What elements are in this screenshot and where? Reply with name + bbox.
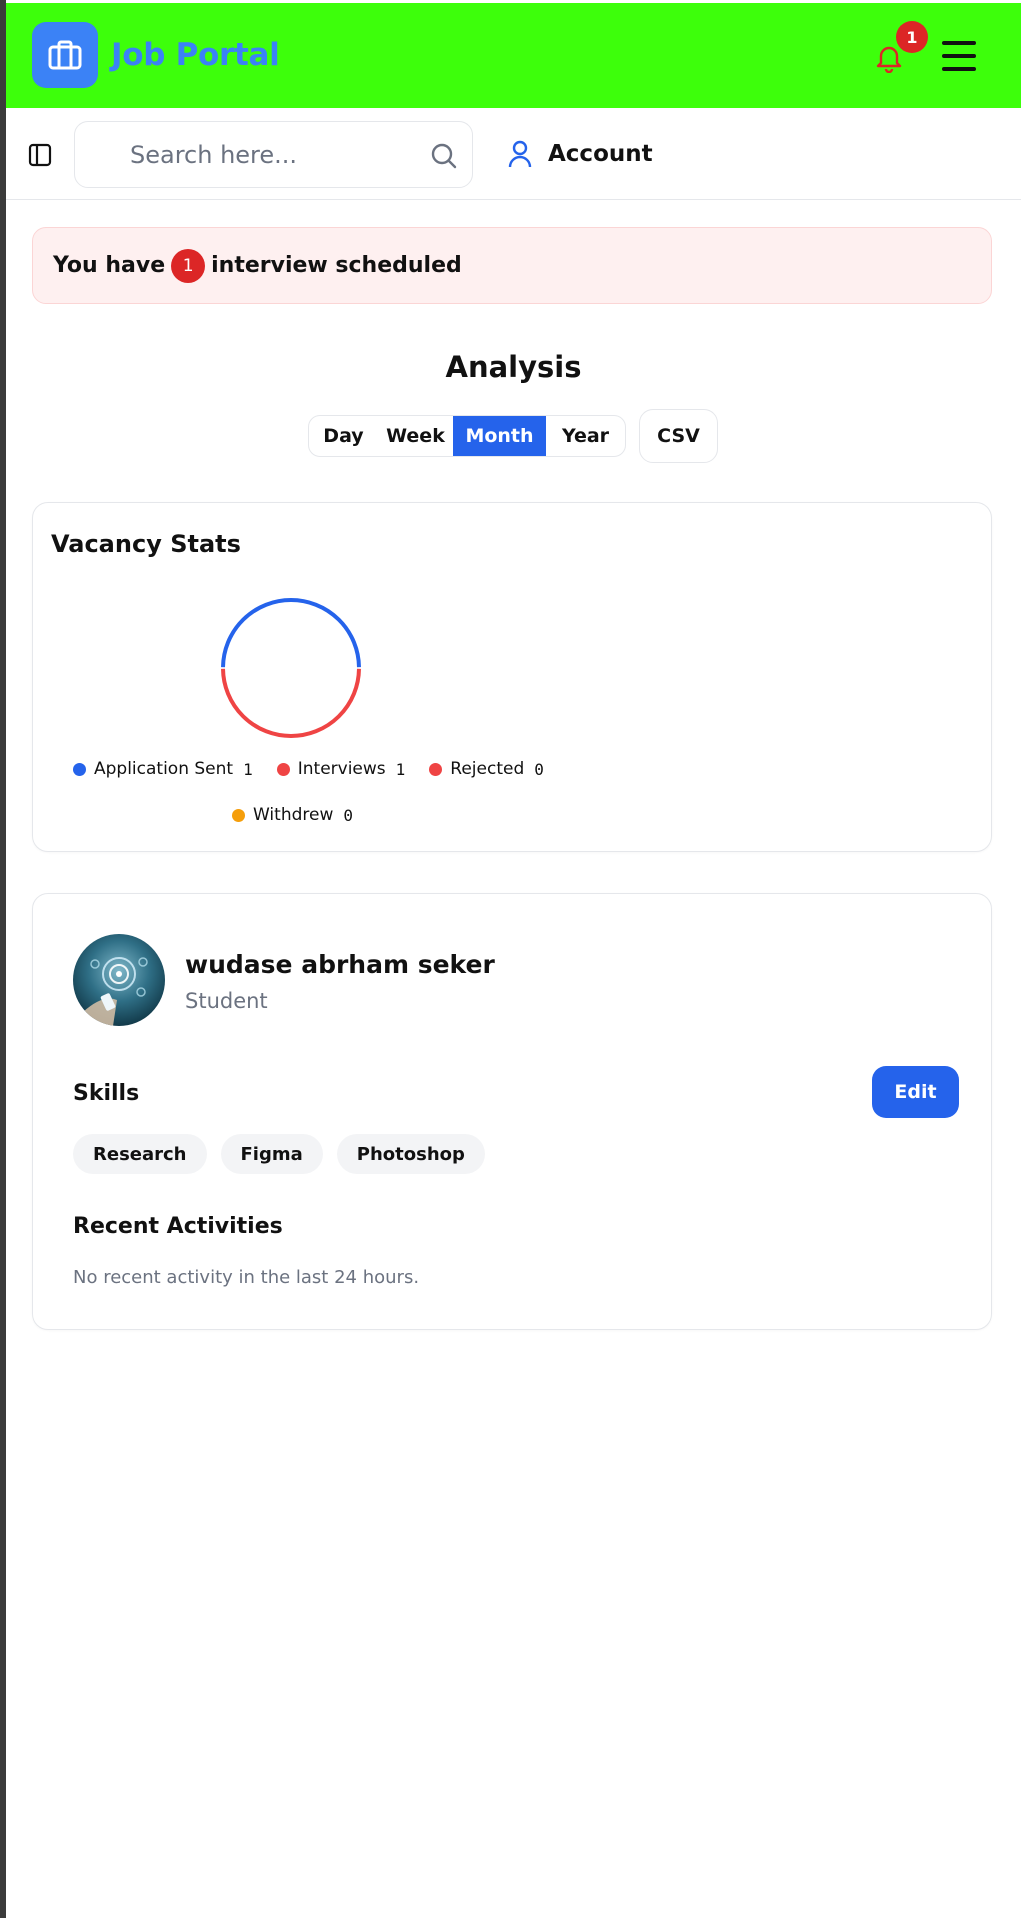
profile-role: Student (185, 989, 268, 1013)
vacancy-stats-title: Vacancy Stats (51, 530, 241, 558)
account-link[interactable]: Account (508, 136, 653, 172)
legend-item[interactable]: Application Sent 1 (73, 759, 253, 779)
chart-legend-row-2: Withdrew 0 (232, 805, 353, 825)
period-week[interactable]: Week (378, 416, 453, 456)
search-input[interactable] (130, 138, 410, 172)
user-icon (508, 140, 532, 168)
profile-name: wudase abrham seker (185, 950, 495, 979)
interview-alert: You have 1 interview scheduled (32, 227, 992, 304)
legend-label: Withdrew (253, 805, 334, 825)
sub-header: Account (6, 108, 1021, 200)
analysis-title: Analysis (445, 350, 582, 384)
sidebar-toggle-button[interactable] (28, 143, 52, 167)
legend-item[interactable]: Withdrew 0 (232, 805, 353, 825)
menu-line (942, 67, 976, 71)
edit-profile-button[interactable]: Edit (872, 1066, 959, 1118)
period-day[interactable]: Day (309, 416, 378, 456)
menu-line (942, 54, 976, 58)
donut-slice-interviews[interactable] (221, 668, 361, 738)
skill-chip: Photoshop (336, 1134, 485, 1174)
legend-item[interactable]: Interviews 1 (276, 759, 406, 779)
logo[interactable] (32, 22, 98, 88)
menu-button[interactable] (942, 41, 976, 71)
csv-export-button[interactable]: CSV (639, 409, 718, 463)
top-bar: Job Portal 1 (6, 3, 1021, 108)
skill-chip: Research (73, 1134, 207, 1174)
search-icon[interactable] (430, 142, 458, 170)
alert-prefix: You have (53, 253, 166, 278)
bell-icon (876, 46, 902, 73)
hamburger-menu-icon (942, 41, 976, 45)
legend-dot (73, 762, 86, 776)
brand-title[interactable]: Job Portal (111, 37, 280, 73)
legend-value: 0 (343, 805, 354, 825)
period-year[interactable]: Year (546, 416, 625, 456)
legend-item[interactable]: Rejected 0 (429, 759, 544, 779)
avatar-image (73, 934, 165, 1026)
recent-activities-title: Recent Activities (73, 1214, 283, 1239)
legend-dot (276, 762, 290, 776)
legend-value: 1 (395, 759, 406, 779)
legend-dot (232, 808, 245, 822)
recent-activities-empty: No recent activity in the last 24 hours. (73, 1267, 420, 1288)
alert-count-badge: 1 (171, 248, 206, 283)
page: Job Portal 1 Search here... Account You … (6, 0, 1021, 1918)
legend-value: 1 (243, 759, 253, 779)
period-month[interactable]: Month (453, 416, 546, 456)
vacancy-donut-chart (221, 598, 361, 738)
vacancy-stats-card: Vacancy Stats Application Sent 1 Intervi… (32, 502, 992, 852)
legend-dot (429, 762, 443, 776)
legend-label: Rejected (450, 759, 525, 779)
alert-suffix: interview scheduled (211, 253, 462, 278)
chart-legend-row-1: Application Sent 1 Interviews 1 Rejected… (73, 759, 544, 779)
skills-list: Research Figma Photoshop (73, 1134, 485, 1174)
legend-label: Interviews (297, 759, 386, 779)
account-label: Account (548, 141, 653, 167)
search-box (74, 121, 473, 188)
sidebar-toggle-icon (28, 143, 52, 167)
skill-chip: Figma (220, 1134, 323, 1174)
profile-card: wudase abrham seker Student Skills Edit … (32, 893, 992, 1330)
legend-value: 0 (534, 759, 544, 779)
donut-slice-application-sent[interactable] (221, 598, 361, 668)
legend-label: Application Sent (94, 759, 234, 779)
avatar[interactable] (73, 934, 165, 1026)
skills-title: Skills (73, 1081, 140, 1106)
period-selector: Day Week Month Year (308, 415, 626, 457)
briefcase-icon (48, 40, 82, 70)
notification-badge: 1 (896, 21, 928, 53)
